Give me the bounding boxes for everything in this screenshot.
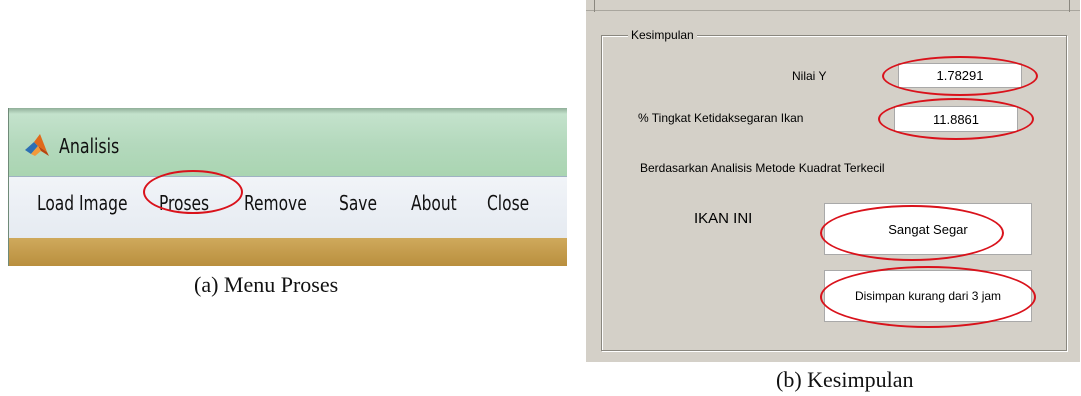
- status-field[interactable]: Sangat Segar: [824, 203, 1032, 255]
- method-text: Berdasarkan Analisis Metode Kuadrat Terk…: [640, 161, 885, 175]
- menu-save[interactable]: Save: [339, 191, 377, 215]
- tingkat-label: % Tingkat Ketidaksegaran Ikan: [638, 111, 804, 125]
- groupbox-title: Kesimpulan: [628, 28, 697, 42]
- nilai-y-field[interactable]: 1.78291: [898, 63, 1022, 88]
- window-title: Analisis: [59, 134, 120, 158]
- menu-remove[interactable]: Remove: [244, 191, 307, 215]
- matlab-logo-icon: [23, 132, 51, 158]
- kesimpulan-figure: Kesimpulan Nilai Y 1.78291 % Tingkat Ket…: [586, 0, 1080, 362]
- titlebar-shade: [9, 108, 567, 114]
- divider: [586, 10, 1080, 11]
- image-area: [9, 238, 567, 266]
- menu-close[interactable]: Close: [487, 191, 529, 215]
- tingkat-field[interactable]: 11.8861: [894, 106, 1018, 132]
- menu-proses[interactable]: Proses: [159, 191, 209, 215]
- caption-a: (a) Menu Proses: [194, 272, 339, 297]
- ikan-ini-label: IKAN INI: [694, 210, 753, 227]
- divider: [1069, 0, 1070, 12]
- nilai-y-label: Nilai Y: [792, 69, 827, 83]
- menu-load-image[interactable]: Load Image: [37, 191, 127, 215]
- divider: [594, 0, 595, 12]
- menu-about[interactable]: About: [411, 191, 457, 215]
- storage-field[interactable]: Disimpan kurang dari 3 jam: [824, 270, 1032, 322]
- analisis-window: Analisis Load Image Proses Remove Save A…: [8, 108, 567, 266]
- menu-bar: Load Image Proses Remove Save About Clos…: [9, 176, 567, 239]
- caption-b: (b) Kesimpulan: [776, 367, 914, 392]
